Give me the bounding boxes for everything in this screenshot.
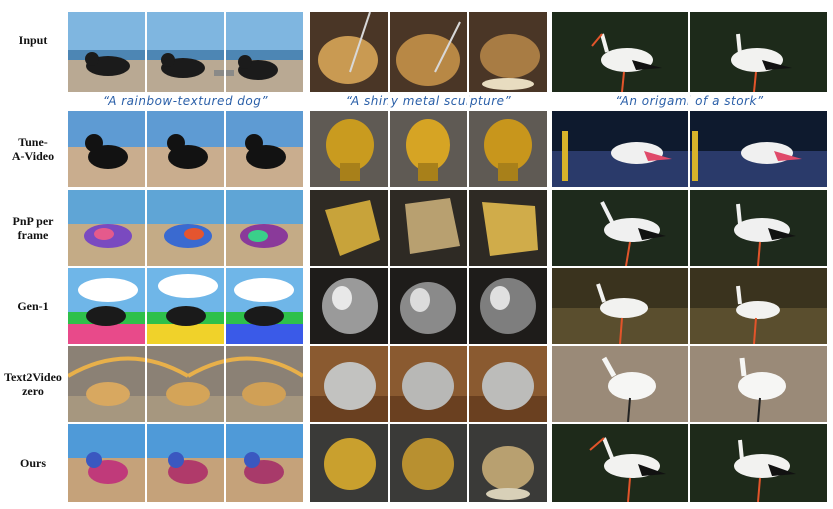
row-label-tune-a-video: Tune- A-Video bbox=[11, 135, 55, 163]
frame-separator bbox=[145, 12, 147, 502]
ours-dog-image bbox=[68, 424, 303, 502]
caption-dog: “A rainbow-textured dog” bbox=[102, 94, 269, 108]
row-label-text2video-zero: Text2Video zero bbox=[4, 370, 62, 398]
frame-separator bbox=[388, 12, 390, 502]
pnp-sculpture-image bbox=[310, 190, 547, 266]
input-bread-image bbox=[310, 12, 547, 92]
row-label-ours: Ours bbox=[19, 456, 46, 470]
text2video-zero-dog-image bbox=[68, 346, 303, 422]
tune-a-video-sculpture-image bbox=[310, 111, 547, 187]
input-dog-image bbox=[68, 12, 303, 92]
tune-a-video-dog-image bbox=[68, 111, 303, 187]
row-label-input: Input bbox=[18, 33, 48, 47]
row-label-pnp-per-frame: PnP per frame bbox=[12, 214, 54, 242]
pnp-dog-image bbox=[68, 190, 303, 266]
frame-separator bbox=[688, 12, 690, 502]
gen-1-dog-image bbox=[68, 268, 303, 344]
gen-1-sculpture-image bbox=[310, 268, 547, 344]
frame-separator bbox=[224, 12, 226, 502]
frame-separator bbox=[467, 12, 469, 502]
ours-sculpture-image bbox=[310, 424, 547, 502]
text2video-zero-sculpture-image bbox=[310, 346, 547, 422]
caption-sculpture: “A shiny metal sculpture” bbox=[345, 94, 512, 108]
row-label-gen-1: Gen-1 bbox=[17, 299, 49, 313]
